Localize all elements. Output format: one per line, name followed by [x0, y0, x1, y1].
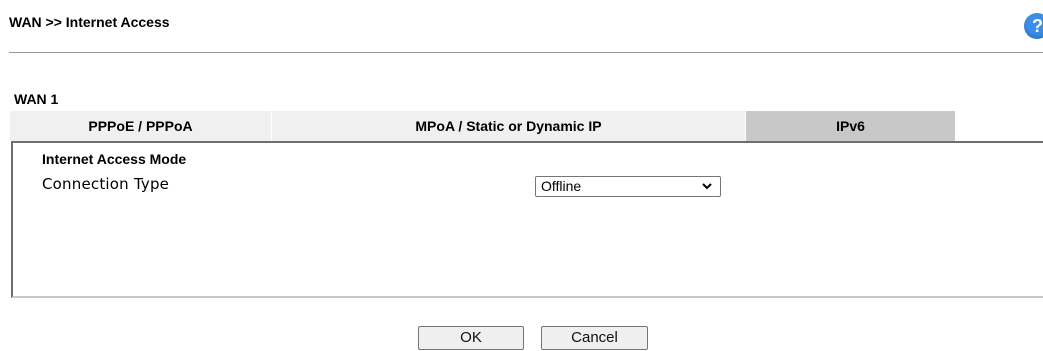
internet-access-mode-heading: Internet Access Mode: [42, 151, 187, 167]
tab-bar-spacer: [956, 111, 1043, 141]
connection-type-label: Connection Type: [42, 175, 170, 193]
connection-type-select[interactable]: Offline: [535, 176, 721, 197]
title-divider: [9, 52, 1043, 53]
tab-bar: PPPoE / PPPoA MPoA / Static or Dynamic I…: [10, 111, 1043, 141]
connection-type-value: Offline: [541, 178, 582, 194]
cancel-button[interactable]: Cancel: [541, 326, 648, 350]
wan-label: WAN 1: [14, 91, 59, 107]
page-title: WAN >> Internet Access: [9, 14, 170, 30]
tab-ipv6[interactable]: IPv6: [746, 111, 956, 141]
ok-button[interactable]: OK: [418, 326, 524, 350]
tab-mpoa-static-dynamic-ip[interactable]: MPoA / Static or Dynamic IP: [272, 111, 746, 141]
question-mark-icon[interactable]: ?: [1024, 13, 1043, 39]
chevron-down-icon: [702, 183, 712, 190]
tab-pppoe-pppoa[interactable]: PPPoE / PPPoA: [10, 111, 272, 141]
